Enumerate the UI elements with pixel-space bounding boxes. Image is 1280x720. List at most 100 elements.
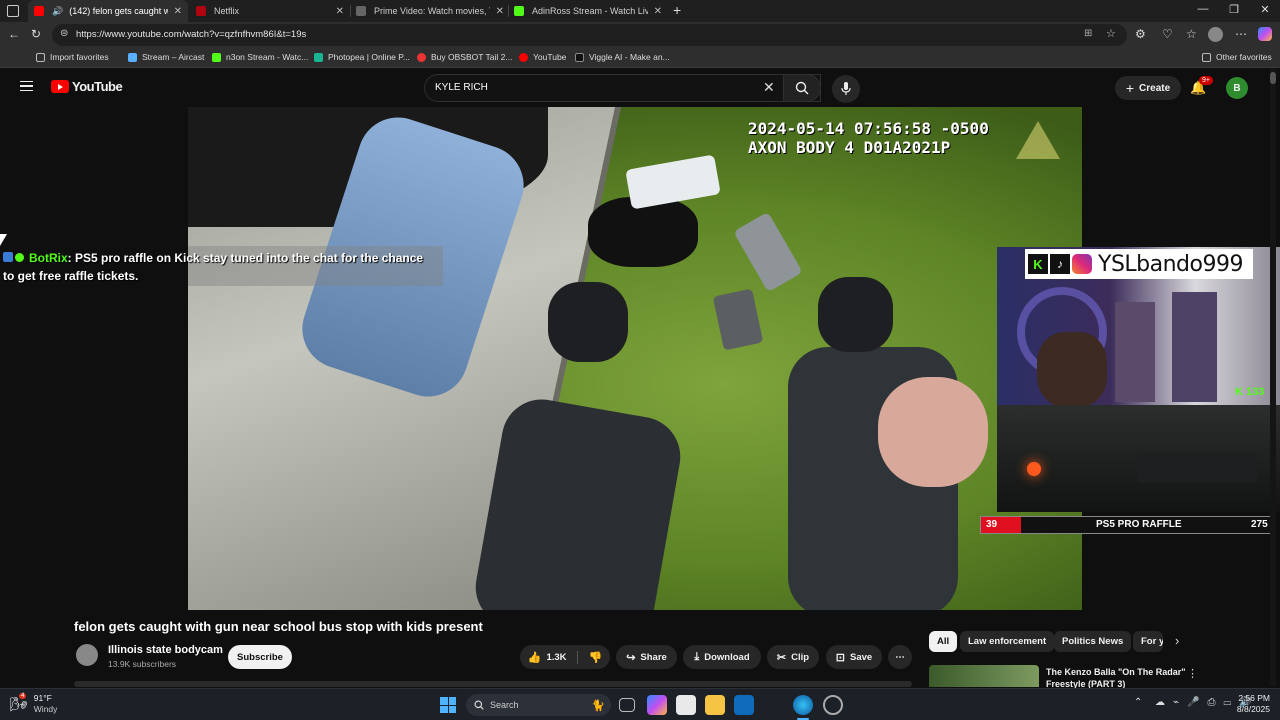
- bookmark-import-favorites[interactable]: Import favorites: [36, 52, 109, 62]
- close-tab-icon[interactable]: ✕: [174, 6, 182, 17]
- bookmark-other-favorites[interactable]: Other favorites: [1202, 52, 1272, 62]
- chip-law-enforcement[interactable]: Law enforcement: [960, 631, 1055, 652]
- task-view-icon[interactable]: [619, 698, 635, 712]
- bookmark-n3on[interactable]: n3on Stream - Watc...: [212, 52, 308, 62]
- refresh-icon[interactable]: ↻: [31, 27, 41, 41]
- file-explorer-icon[interactable]: [705, 695, 725, 715]
- scrollbar-track[interactable]: [1270, 68, 1276, 686]
- close-tab-icon[interactable]: ✕: [496, 6, 504, 17]
- new-tab-icon[interactable]: +: [673, 2, 681, 18]
- download-icon: ⤓: [694, 650, 700, 663]
- youtube-icon: [519, 52, 528, 62]
- dislike-button[interactable]: 👎: [583, 651, 603, 664]
- profile-avatar[interactable]: [1208, 27, 1223, 42]
- weather-widget[interactable]: 🌬 4 91°F Windy: [10, 692, 57, 715]
- save-label: Save: [850, 651, 873, 663]
- store-icon[interactable]: [676, 695, 696, 715]
- youtube-logo[interactable]: YouTube: [51, 79, 123, 94]
- bookmark-youtube[interactable]: YouTube: [519, 52, 566, 62]
- address-bar[interactable]: ⊜ https://www.youtube.com/watch?v=qzfnfh…: [52, 24, 1127, 46]
- tab-prime-video[interactable]: Prime Video: Watch movies, TV sh ✕: [350, 0, 510, 22]
- tab-kick[interactable]: AdinRoss Stream - Watch Live on ✕: [508, 0, 668, 22]
- bookmark-obsbot[interactable]: Buy OBSBOT Tail 2...: [417, 52, 512, 62]
- bookmark-viggle[interactable]: Viggle AI - Make an...: [575, 52, 670, 62]
- photopea-icon: [314, 52, 323, 62]
- share-button[interactable]: ↪ Share: [616, 645, 677, 669]
- close-tab-icon[interactable]: ✕: [654, 6, 662, 17]
- close-tab-icon[interactable]: ✕: [336, 6, 344, 17]
- kick-icon: [212, 52, 221, 62]
- search-icon: [474, 700, 484, 710]
- channel-avatar[interactable]: [76, 644, 98, 666]
- browser-tab-strip: 🔊 (142) felon gets caught wit ✕ Netflix …: [0, 0, 1280, 22]
- hamburger-menu-icon[interactable]: [20, 81, 33, 91]
- tab-netflix[interactable]: Netflix ✕: [190, 0, 350, 22]
- edge-browser-icon[interactable]: [793, 695, 813, 715]
- tab-title: AdinRoss Stream - Watch Live on: [532, 6, 648, 16]
- viewer-count-badge: K 133: [1235, 386, 1264, 398]
- like-button[interactable]: 👍 1.3K: [528, 650, 578, 664]
- app-available-icon[interactable]: ⊞: [1084, 28, 1092, 39]
- like-dislike-group: 👍 1.3K 👎: [520, 645, 610, 669]
- recommended-title[interactable]: The Kenzo Balla "On The Radar" Freestyle…: [1046, 666, 1186, 688]
- date: 8/8/2025: [1236, 704, 1270, 714]
- favorite-star-icon[interactable]: ☆: [1106, 27, 1116, 40]
- more-actions-button[interactable]: ⋯: [888, 645, 912, 669]
- bookmark-icon: ⊡: [835, 651, 846, 664]
- start-button[interactable]: [440, 697, 456, 713]
- chip-all[interactable]: All: [929, 631, 958, 652]
- channel-name[interactable]: Illinois state bodycam: [108, 644, 223, 656]
- bodycam-device-id: AXON BODY 4 D01A2021P: [748, 138, 951, 157]
- outlook-icon[interactable]: [734, 695, 754, 715]
- search-query-text: KYLE RICH: [435, 82, 488, 93]
- copilot-app-icon[interactable]: [647, 695, 667, 715]
- bookmark-photopea[interactable]: Photopea | Online P...: [314, 52, 410, 62]
- create-button[interactable]: + Create: [1115, 76, 1181, 100]
- chrome-icon[interactable]: [823, 695, 843, 715]
- tab-actions-icon[interactable]: [7, 5, 19, 17]
- speaker-icon[interactable]: 🔊: [52, 6, 63, 17]
- voice-search-button[interactable]: [832, 75, 860, 103]
- account-avatar[interactable]: B: [1226, 77, 1248, 99]
- kick-icon: K: [1028, 254, 1048, 274]
- copilot-icon[interactable]: [1258, 27, 1272, 41]
- video-player[interactable]: 2024-05-14 07:56:58 -0500 AXON BODY 4 D0…: [188, 107, 1082, 610]
- search-input[interactable]: KYLE RICH ✕: [424, 74, 821, 102]
- site-info-icon[interactable]: ⊜: [60, 28, 68, 39]
- search-button[interactable]: [783, 74, 821, 102]
- instagram-icon: [1072, 254, 1092, 274]
- thumbs-down-icon: 👎: [588, 651, 603, 664]
- chip-for-you[interactable]: For y: [1133, 631, 1163, 652]
- scrollbar-thumb[interactable]: [1270, 72, 1276, 84]
- restore-icon[interactable]: ❐: [1219, 3, 1249, 16]
- download-label: Download: [704, 651, 750, 663]
- clear-search-icon[interactable]: ✕: [763, 79, 775, 96]
- bookmark-label: Viggle AI - Make an...: [589, 52, 670, 62]
- tab-youtube[interactable]: 🔊 (142) felon gets caught wit ✕: [28, 0, 188, 22]
- more-menu-icon[interactable]: ⋯: [1235, 27, 1247, 41]
- taskbar-search-box[interactable]: Search 🐈: [466, 694, 611, 716]
- recommended-thumbnail[interactable]: [929, 665, 1039, 687]
- tiktok-icon: ♪: [1050, 254, 1070, 274]
- chevron-up-icon[interactable]: ⌃: [1134, 697, 1142, 708]
- browser-essentials-icon[interactable]: ♡: [1162, 27, 1173, 41]
- clip-button[interactable]: ✂ Clip: [767, 645, 819, 669]
- minimize-icon[interactable]: —: [1188, 3, 1218, 15]
- bookmark-aircast[interactable]: Stream – Aircast: [128, 52, 204, 62]
- extensions-icon[interactable]: ⚙: [1135, 27, 1146, 41]
- bookmark-label: Photopea | Online P...: [328, 52, 410, 62]
- save-button[interactable]: ⊡ Save: [826, 645, 882, 669]
- notifications-button[interactable]: 🔔 9+: [1190, 76, 1213, 97]
- download-button[interactable]: ⤓ Download: [683, 645, 761, 669]
- clock[interactable]: 2:56 PM 8/8/2025: [1228, 693, 1270, 715]
- favorites-icon[interactable]: ☆: [1186, 27, 1197, 41]
- close-window-icon[interactable]: ✕: [1250, 3, 1280, 16]
- raffle-bar: 39 PS5 PRO RAFFLE 275: [980, 516, 1276, 534]
- chip-politics-news[interactable]: Politics News: [1054, 631, 1132, 652]
- recommended-more-icon[interactable]: ⋮: [1187, 667, 1198, 680]
- chevron-right-icon[interactable]: ›: [1175, 633, 1179, 648]
- bot-badge-icon: [3, 252, 13, 262]
- subscribe-button[interactable]: Subscribe: [228, 645, 292, 669]
- back-icon[interactable]: ←: [8, 27, 20, 41]
- microphone-icon: [841, 82, 851, 95]
